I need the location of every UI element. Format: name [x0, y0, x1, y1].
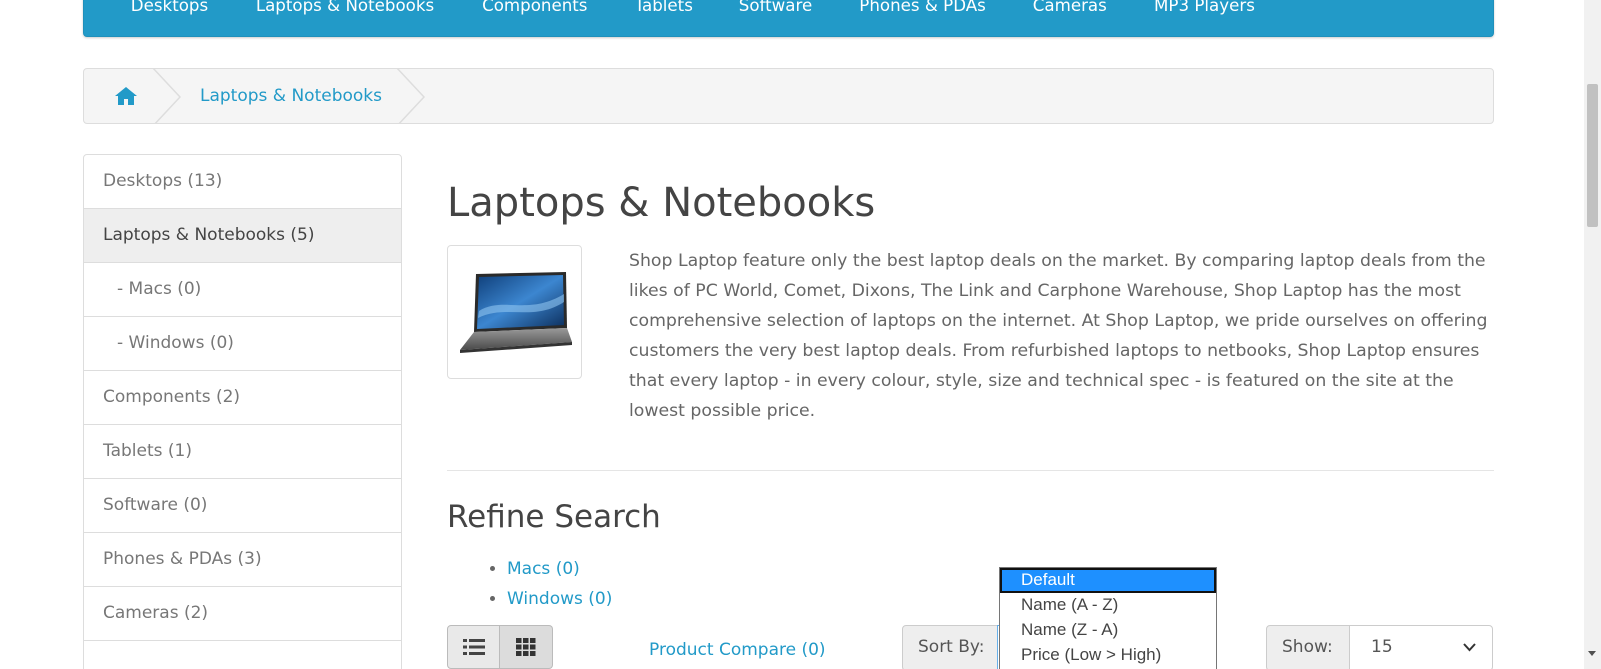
- breadcrumb: Laptops & Notebooks: [83, 68, 1494, 124]
- sort-option-name-desc[interactable]: Name (Z - A): [1000, 618, 1216, 643]
- menu-item-components[interactable]: Components: [481, 0, 589, 15]
- category-image[interactable]: [447, 245, 582, 379]
- scroll-down-arrow-icon[interactable]: [1588, 651, 1596, 656]
- page-title: Laptops & Notebooks: [447, 180, 876, 226]
- show-label: Show:: [1266, 625, 1350, 669]
- scrollbar-thumb[interactable]: [1587, 84, 1598, 227]
- list-item: Macs (0): [507, 554, 612, 584]
- list-view-icon: [462, 639, 485, 655]
- view-toggle-group: [447, 625, 553, 669]
- menu-item-cameras[interactable]: Cameras: [1032, 0, 1108, 15]
- breadcrumb-separator: [396, 69, 426, 123]
- sidebar-item-components[interactable]: Components (2): [83, 370, 402, 425]
- sort-by-label: Sort By:: [902, 625, 998, 669]
- sidebar-item-macs[interactable]: - Macs (0): [83, 262, 402, 317]
- refine-search-title: Refine Search: [447, 499, 661, 535]
- list-item: Windows (0): [507, 584, 612, 614]
- show-limit-select[interactable]: 15: [1349, 625, 1493, 669]
- sidebar-item-more[interactable]: [83, 640, 402, 669]
- sort-option-price-asc[interactable]: Price (Low > High): [1000, 643, 1216, 668]
- product-compare-link[interactable]: Product Compare (0): [649, 640, 826, 660]
- sort-by-dropdown: Default Name (A - Z) Name (Z - A) Price …: [999, 567, 1217, 669]
- sidebar-item-tablets[interactable]: Tablets (1): [83, 424, 402, 479]
- menu-item-software[interactable]: Software: [738, 0, 813, 15]
- sidebar-item-phones-pdas[interactable]: Phones & PDAs (3): [83, 532, 402, 587]
- sidebar-item-cameras[interactable]: Cameras (2): [83, 586, 402, 641]
- breadcrumb-separator: [152, 69, 182, 123]
- menu-item-laptops-notebooks[interactable]: Laptops & Notebooks: [254, 0, 436, 15]
- chevron-down-icon: [1463, 643, 1476, 652]
- refine-link-macs[interactable]: Macs (0): [507, 559, 580, 579]
- grid-view-button[interactable]: [500, 625, 553, 669]
- sort-option-name-asc[interactable]: Name (A - Z): [1000, 593, 1216, 618]
- breadcrumb-current[interactable]: Laptops & Notebooks: [200, 86, 382, 106]
- menu-item-desktops[interactable]: Desktops: [130, 0, 209, 15]
- show-limit-value: 15: [1371, 637, 1393, 657]
- top-menu: Desktops Laptops & Notebooks Components …: [83, 0, 1494, 37]
- sidebar-item-windows[interactable]: - Windows (0): [83, 316, 402, 371]
- sidebar-item-software[interactable]: Software (0): [83, 478, 402, 533]
- refine-search-list: Macs (0) Windows (0): [507, 554, 612, 614]
- menu-item-mp3-players[interactable]: MP3 Players: [1153, 0, 1256, 15]
- category-sidebar: Desktops (13) Laptops & Notebooks (5) - …: [83, 154, 402, 669]
- menu-item-tablets[interactable]: Tablets: [634, 0, 693, 15]
- refine-link-windows[interactable]: Windows (0): [507, 589, 612, 609]
- sidebar-item-desktops[interactable]: Desktops (13): [83, 154, 402, 209]
- menu-item-phones-pdas[interactable]: Phones & PDAs: [858, 0, 987, 15]
- sort-option-default[interactable]: Default: [1000, 568, 1216, 593]
- laptop-image: [460, 272, 572, 353]
- page-scrollbar[interactable]: [1584, 0, 1601, 669]
- top-menu-list: Desktops Laptops & Notebooks Components …: [130, 0, 1301, 15]
- sidebar-item-laptops-notebooks[interactable]: Laptops & Notebooks (5): [83, 208, 402, 263]
- divider: [447, 470, 1494, 471]
- category-description: Shop Laptop feature only the best laptop…: [629, 251, 1488, 421]
- grid-view-icon: [516, 638, 536, 656]
- home-icon[interactable]: [114, 85, 138, 107]
- list-view-button[interactable]: [447, 625, 500, 669]
